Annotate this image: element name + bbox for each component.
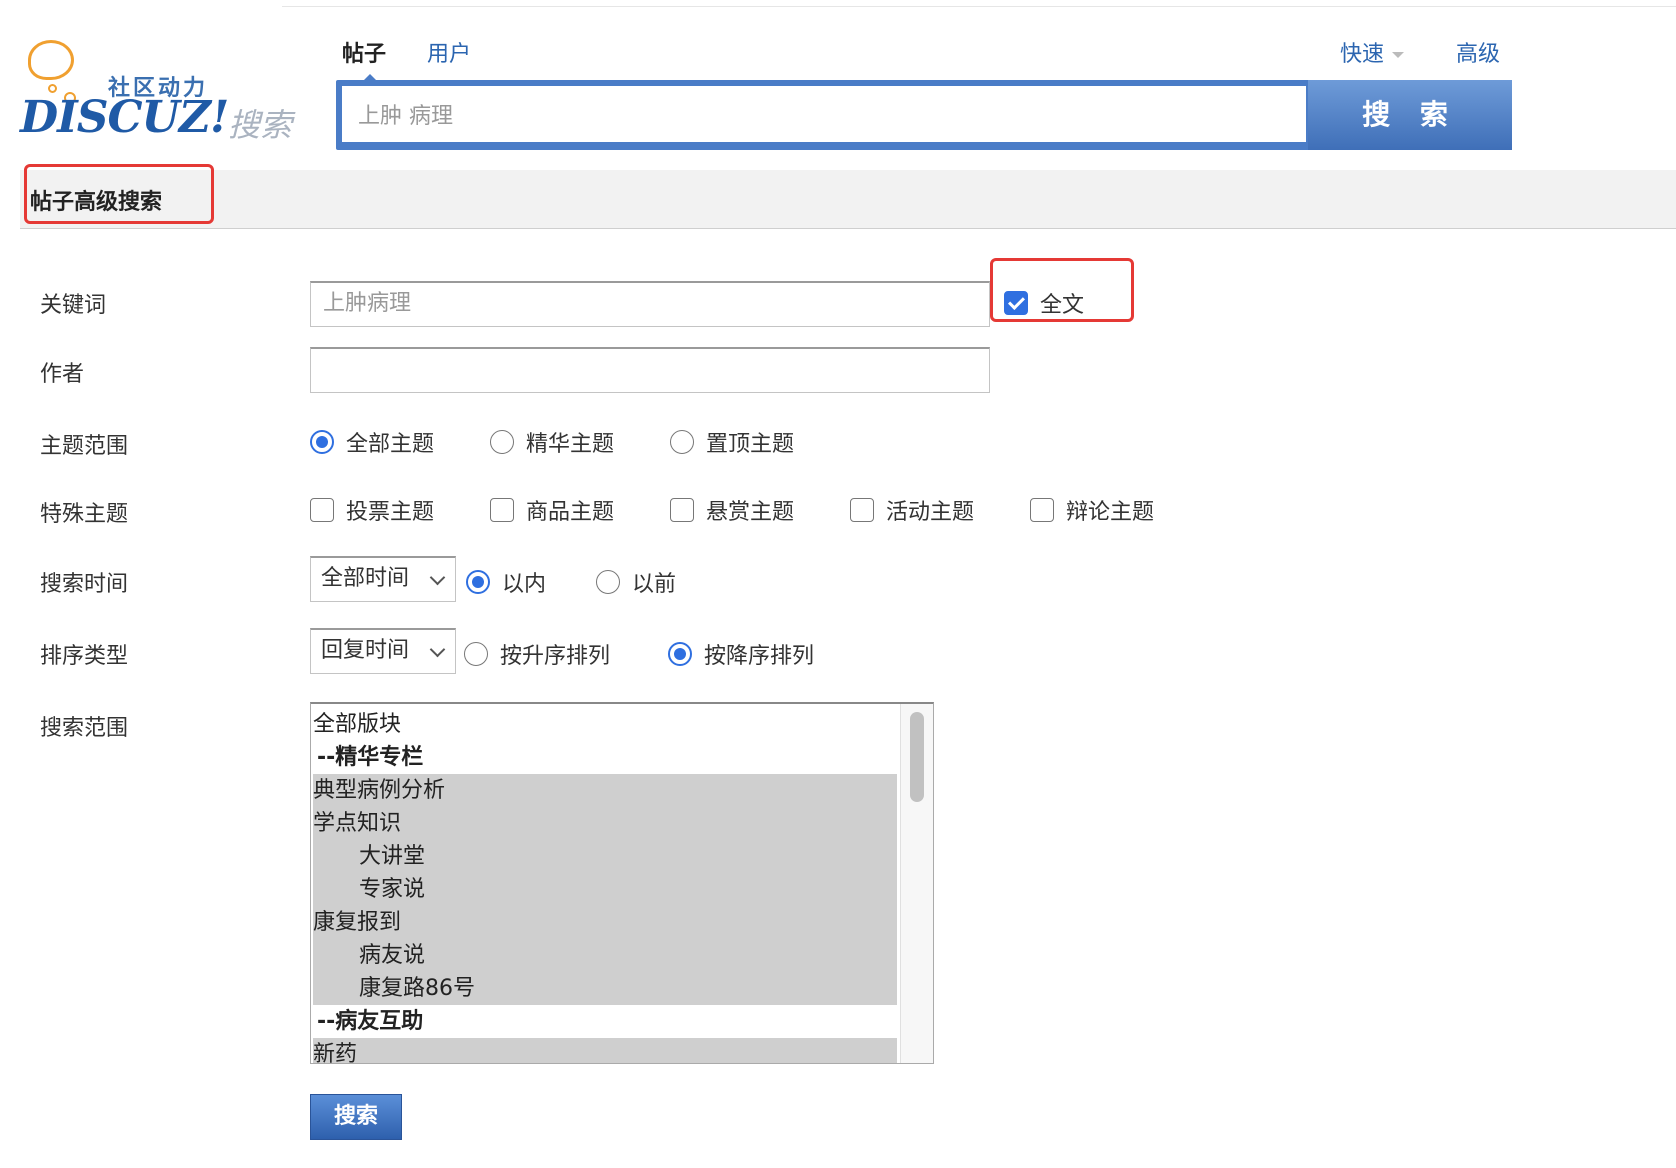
order-desc[interactable]: 按降序排列 (668, 638, 814, 670)
radio-button[interactable] (466, 570, 490, 594)
time-within[interactable]: 以内 (466, 566, 546, 598)
list-group: --精华专栏 (317, 745, 424, 770)
radio-button[interactable] (464, 642, 488, 666)
list-item[interactable]: 病友说 (313, 939, 897, 972)
radio-button[interactable] (668, 642, 692, 666)
tab-posts[interactable]: 帖子 (342, 36, 386, 80)
list-item[interactable]: 专家说 (313, 873, 897, 906)
top-divider (282, 6, 1676, 7)
search-range-label: 搜索范围 (40, 716, 129, 741)
special-poll[interactable]: 投票主题 (310, 494, 434, 526)
radio-button[interactable] (670, 430, 694, 454)
special-reward[interactable]: 悬赏主题 (670, 494, 794, 526)
special-topic-label: 特殊主题 (40, 502, 129, 527)
list-item[interactable]: 康复路86号 (313, 972, 897, 1005)
checkbox[interactable] (490, 498, 514, 522)
logo-brand: DISCUZ! (20, 92, 229, 143)
option-label: 按降序排列 (704, 644, 815, 669)
checkbox[interactable] (310, 498, 334, 522)
option-label: 以前 (632, 572, 677, 597)
search-type-tabs: 帖子 用户 (342, 36, 505, 80)
search-button[interactable]: 搜 索 (1308, 80, 1512, 150)
radio-button[interactable] (596, 570, 620, 594)
order-asc[interactable]: 按升序排列 (464, 638, 610, 670)
list-item[interactable]: 大讲堂 (313, 840, 897, 873)
list-item[interactable]: 学点知识 (313, 807, 897, 840)
search-input[interactable] (342, 86, 1306, 142)
tab-users[interactable]: 用户 (427, 36, 471, 68)
option-label: 辩论主题 (1066, 500, 1155, 525)
order-select[interactable]: 回复时间 (310, 628, 456, 674)
topic-scope-sticky[interactable]: 置顶主题 (670, 426, 794, 458)
search-time-label: 搜索时间 (40, 572, 129, 597)
option-label: 悬赏主题 (706, 500, 795, 525)
radio-button[interactable] (490, 430, 514, 454)
topic-scope-digest[interactable]: 精华主题 (490, 426, 614, 458)
section-header (20, 170, 1676, 229)
speech-bubble-icon (28, 40, 74, 80)
checkbox[interactable] (670, 498, 694, 522)
forum-range-listbox[interactable]: 全部版块 --精华专栏 典型病例分析 学点知识 大讲堂 专家说 康复报到 病友说… (310, 702, 934, 1064)
list-item[interactable]: 新药 (313, 1038, 897, 1063)
list-item[interactable]: 典型病例分析 (313, 774, 897, 807)
option-label: 投票主题 (346, 500, 435, 525)
keyword-label: 关键词 (40, 293, 107, 318)
checkbox[interactable] (1030, 498, 1054, 522)
highlight-box-section-title (24, 164, 214, 224)
advanced-search-link[interactable]: 高级 (1456, 36, 1500, 68)
quick-search-link[interactable]: 快速 (1340, 36, 1405, 68)
chevron-down-icon (429, 569, 446, 586)
option-label: 精华主题 (526, 432, 615, 457)
option-label: 以内 (502, 572, 547, 597)
discuz-logo[interactable]: 社区动力 DISCUZ! 搜索 (20, 38, 300, 148)
caret-down-icon (1392, 52, 1405, 64)
listbox-scrollbar[interactable] (900, 704, 933, 1063)
order-label: 排序类型 (40, 644, 129, 669)
option-label: 商品主题 (526, 500, 615, 525)
special-trade[interactable]: 商品主题 (490, 494, 614, 526)
option-label: 全部主题 (346, 432, 435, 457)
time-before[interactable]: 以前 (596, 566, 676, 598)
option-label: 置顶主题 (706, 432, 795, 457)
chevron-down-icon (429, 641, 446, 658)
list-item[interactable]: 康复报到 (313, 906, 897, 939)
logo-sub: 搜索 (228, 106, 293, 144)
time-select-value: 全部时间 (321, 566, 410, 591)
list-group: --病友互助 (317, 1009, 424, 1034)
topic-scope-all[interactable]: 全部主题 (310, 426, 434, 458)
list-item[interactable]: 全部版块 (313, 708, 897, 741)
quick-search-label: 快速 (1340, 42, 1385, 67)
radio-button[interactable] (310, 430, 334, 454)
highlight-box-fulltext (990, 258, 1134, 322)
topic-scope-label: 主题范围 (40, 434, 129, 459)
option-label: 活动主题 (886, 500, 975, 525)
time-select[interactable]: 全部时间 (310, 556, 456, 602)
keyword-input[interactable]: 上肿病理 (310, 281, 990, 327)
search-bar: 搜 索 (336, 80, 1512, 150)
scrollbar-thumb[interactable] (910, 712, 924, 802)
checkbox[interactable] (850, 498, 874, 522)
option-label: 按升序排列 (500, 644, 611, 669)
author-label: 作者 (40, 362, 85, 387)
order-select-value: 回复时间 (321, 638, 410, 663)
submit-search-button[interactable]: 搜索 (310, 1094, 402, 1140)
special-debate[interactable]: 辩论主题 (1030, 494, 1154, 526)
special-activity[interactable]: 活动主题 (850, 494, 974, 526)
author-input[interactable] (310, 347, 990, 393)
